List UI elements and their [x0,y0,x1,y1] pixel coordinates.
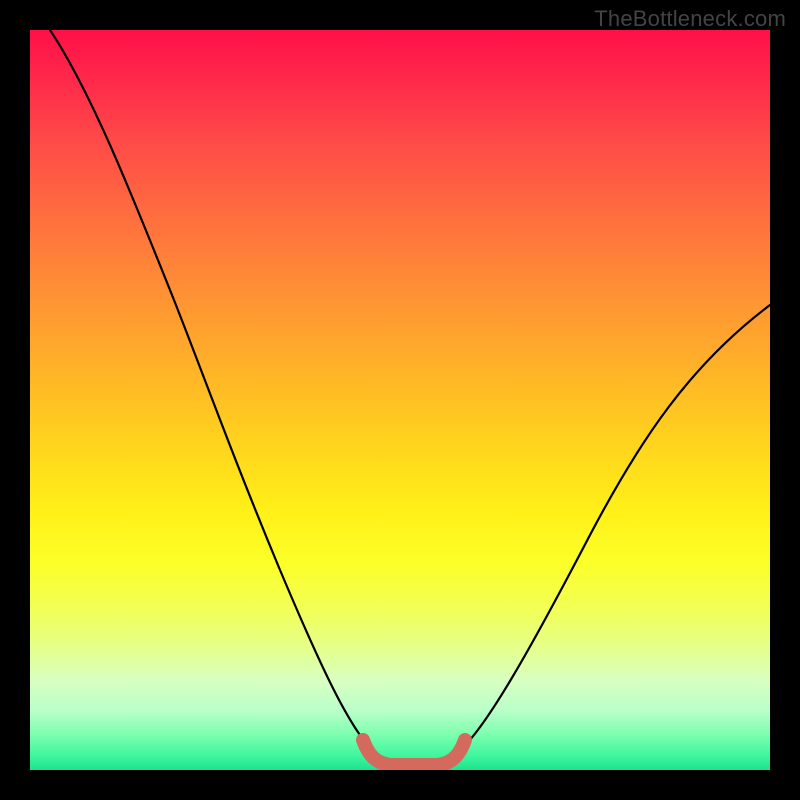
watermark-text: TheBottleneck.com [594,6,786,32]
chart-svg [30,30,770,770]
optimal-range-marker [363,740,465,765]
bottleneck-curve-path [50,30,770,766]
chart-plot-area [30,30,770,770]
